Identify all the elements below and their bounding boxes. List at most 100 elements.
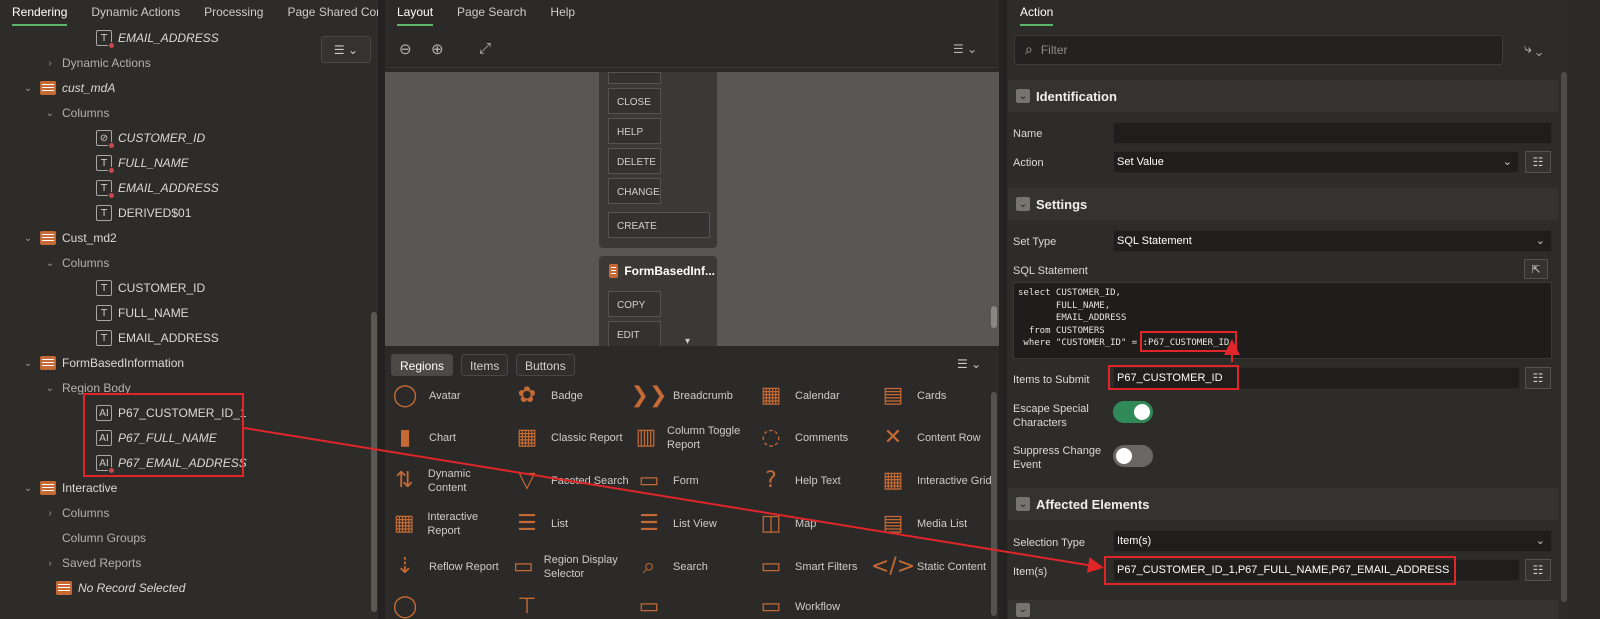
escape-special-toggle[interactable] bbox=[1113, 401, 1153, 423]
create-button-slot[interactable]: CREATE bbox=[608, 212, 710, 238]
tab-help[interactable]: Help bbox=[538, 0, 587, 26]
tree-node[interactable]: › Columns bbox=[44, 501, 109, 525]
gallery-scrollbar[interactable] bbox=[991, 392, 997, 616]
items-to-submit-list-icon[interactable]: ☷ bbox=[1525, 367, 1551, 389]
help-button-slot[interactable]: HELP bbox=[608, 118, 661, 144]
gallery-tab-items[interactable]: Items bbox=[461, 354, 509, 376]
gallery-item[interactable]: ▭ Smart Filters bbox=[757, 553, 875, 581]
chevron-down-icon[interactable]: ⌄ bbox=[22, 483, 34, 494]
chevron-down-icon[interactable]: ⌄ bbox=[44, 108, 56, 119]
gallery-item[interactable]: ▦ Classic Report bbox=[513, 424, 631, 452]
code-editor-expand-icon[interactable]: ⇱ bbox=[1524, 259, 1548, 279]
section-identification[interactable]: ⌄ Identification bbox=[1008, 80, 1558, 112]
gallery-item[interactable]: ▤ Media List bbox=[879, 510, 997, 538]
gallery-item[interactable]: ▦ Calendar bbox=[757, 382, 875, 410]
layout-menu-icon[interactable]: ☰ ⌄ bbox=[953, 42, 977, 56]
gallery-item[interactable]: ▦ Interactive Grid bbox=[879, 467, 997, 495]
tree-node[interactable]: T FULL_NAME bbox=[78, 151, 189, 175]
tree-node[interactable]: ⌄ Columns bbox=[44, 251, 110, 275]
tree-node[interactable]: T FULL_NAME bbox=[78, 301, 189, 325]
chevron-down-icon[interactable]: ⌄ bbox=[44, 258, 56, 269]
gallery-item[interactable]: ◫ Map bbox=[757, 510, 875, 538]
gallery-item[interactable]: ▭ bbox=[635, 593, 753, 619]
chevron-right-icon[interactable]: › bbox=[44, 558, 56, 569]
affected-items-list-icon[interactable]: ☷ bbox=[1525, 559, 1551, 581]
selection-type-select[interactable]: Item(s) ⌄ bbox=[1113, 530, 1552, 552]
chevron-down-icon[interactable]: ⌄ bbox=[22, 83, 34, 94]
tree-node[interactable]: › Saved Reports bbox=[44, 551, 141, 575]
canvas-scrollbar[interactable] bbox=[991, 306, 997, 328]
gallery-item[interactable]: ▮ Chart bbox=[391, 424, 509, 452]
gallery-item[interactable]: ☰ List bbox=[513, 510, 631, 538]
tree-node[interactable]: T EMAIL_ADDRESS bbox=[78, 176, 219, 200]
tree-node[interactable]: › Dynamic Actions bbox=[44, 51, 150, 75]
action-select[interactable]: Set Value ⌄ bbox=[1113, 151, 1519, 173]
gallery-tab-regions[interactable]: Regions bbox=[391, 354, 454, 376]
tree-node[interactable]: ⌄ FormBasedInformation bbox=[22, 351, 184, 375]
tree-node[interactable]: ⌄ Interactive bbox=[22, 476, 117, 500]
gallery-item[interactable]: ▽ Faceted Search bbox=[513, 467, 631, 495]
zoom-out-icon[interactable]: ⊖ bbox=[399, 40, 412, 58]
gallery-tab-buttons[interactable]: Buttons bbox=[516, 354, 575, 376]
section-affected-elements[interactable]: ⌄ Affected Elements bbox=[1008, 488, 1558, 520]
tree-node[interactable]: ⌄ Cust_md2 bbox=[22, 226, 117, 250]
button-slot-top[interactable] bbox=[608, 72, 661, 84]
copy-button-slot[interactable]: COPY bbox=[608, 291, 661, 317]
zoom-in-icon[interactable]: ⊕ bbox=[431, 40, 444, 58]
gallery-item[interactable]: ✕ Content Row bbox=[879, 424, 997, 452]
tree-node[interactable]: ⊘ CUSTOMER_ID bbox=[78, 126, 205, 150]
tree-node[interactable]: T EMAIL_ADDRESS bbox=[78, 26, 219, 50]
tab-rendering[interactable]: Rendering bbox=[0, 0, 79, 26]
gallery-menu-icon[interactable]: ☰ ⌄ bbox=[957, 357, 981, 371]
gallery-item[interactable]: ⇅ Dynamic Content bbox=[391, 467, 509, 495]
gallery-item[interactable]: ▭ Workflow bbox=[757, 593, 875, 619]
gallery-item[interactable]: ⌕ Search bbox=[635, 553, 753, 581]
collapse-caret-icon[interactable]: ▾ bbox=[685, 336, 690, 347]
gallery-item[interactable]: </> Static Content bbox=[871, 553, 997, 581]
tab-page-shared-components[interactable]: Page Shared Components bbox=[275, 0, 380, 26]
gallery-item[interactable]: ? Help Text bbox=[757, 467, 875, 495]
tab-page-search[interactable]: Page Search bbox=[445, 0, 538, 26]
tab-dynamic-actions[interactable]: Dynamic Actions bbox=[79, 0, 192, 26]
tree-node[interactable]: T CUSTOMER_ID bbox=[78, 276, 205, 300]
gallery-item[interactable]: ▥ Column Toggle Report bbox=[635, 424, 753, 452]
property-filter-input[interactable]: ⌕ Filter bbox=[1014, 35, 1503, 65]
expand-icon[interactable]: ⤢ bbox=[479, 40, 491, 57]
right-splitter[interactable] bbox=[999, 0, 1007, 619]
gallery-item[interactable]: ◯ Avatar bbox=[391, 382, 509, 410]
chevron-right-icon[interactable]: › bbox=[44, 58, 56, 69]
delete-button-slot[interactable]: DELETE bbox=[608, 148, 661, 174]
edit-button-slot[interactable]: EDIT bbox=[608, 321, 661, 346]
tab-processing[interactable]: Processing bbox=[192, 0, 275, 26]
gallery-item[interactable]: ✿ Badge bbox=[513, 382, 631, 410]
gallery-item[interactable]: ▭ Form bbox=[635, 467, 753, 495]
tab-layout[interactable]: Layout bbox=[385, 0, 445, 26]
set-type-select[interactable]: SQL Statement ⌄ bbox=[1113, 230, 1552, 252]
gallery-item[interactable]: ▤ Cards bbox=[879, 382, 997, 410]
sql-statement-editor[interactable]: select CUSTOMER_ID, FULL_NAME, EMAIL_ADD… bbox=[1013, 282, 1552, 359]
gallery-item[interactable]: ▭ Region Display Selector bbox=[513, 553, 631, 581]
gallery-item[interactable]: ❯❯ Breadcrumb bbox=[631, 382, 753, 410]
tree-node[interactable]: T EMAIL_ADDRESS bbox=[78, 326, 219, 350]
tree-node[interactable]: ⌄ Columns bbox=[44, 101, 110, 125]
chevron-down-icon[interactable]: ⌄ bbox=[22, 358, 34, 369]
tree-menu-button[interactable]: ☰ ⌄ bbox=[321, 36, 371, 63]
gallery-item[interactable]: ◯ bbox=[391, 593, 509, 619]
gallery-item[interactable]: ⇣ Reflow Report bbox=[391, 553, 509, 581]
tree-node[interactable]: Column Groups bbox=[44, 526, 146, 550]
go-to-group-icon[interactable]: ⤷ ⌄ bbox=[1524, 40, 1542, 57]
suppress-change-toggle[interactable] bbox=[1113, 445, 1153, 467]
chevron-down-icon[interactable]: ⌄ bbox=[22, 233, 34, 244]
tree-node[interactable]: ⌄ cust_mdA bbox=[22, 76, 115, 100]
action-list-icon[interactable]: ☷ bbox=[1525, 151, 1551, 173]
gallery-item[interactable]: ☰ List View bbox=[635, 510, 753, 538]
close-button-slot[interactable]: CLOSE bbox=[608, 88, 661, 114]
gallery-item[interactable]: ◌ Comments bbox=[757, 424, 875, 452]
gallery-item[interactable]: ▦ Interactive Report bbox=[391, 510, 509, 538]
chevron-down-icon[interactable]: ⌄ bbox=[44, 383, 56, 394]
tree-node[interactable]: No Record Selected bbox=[38, 576, 185, 600]
name-field[interactable] bbox=[1113, 122, 1552, 144]
section-next[interactable]: ⌄ bbox=[1008, 600, 1558, 619]
property-scrollbar[interactable] bbox=[1561, 72, 1567, 602]
tree-node[interactable]: T DERIVED$01 bbox=[78, 201, 191, 225]
